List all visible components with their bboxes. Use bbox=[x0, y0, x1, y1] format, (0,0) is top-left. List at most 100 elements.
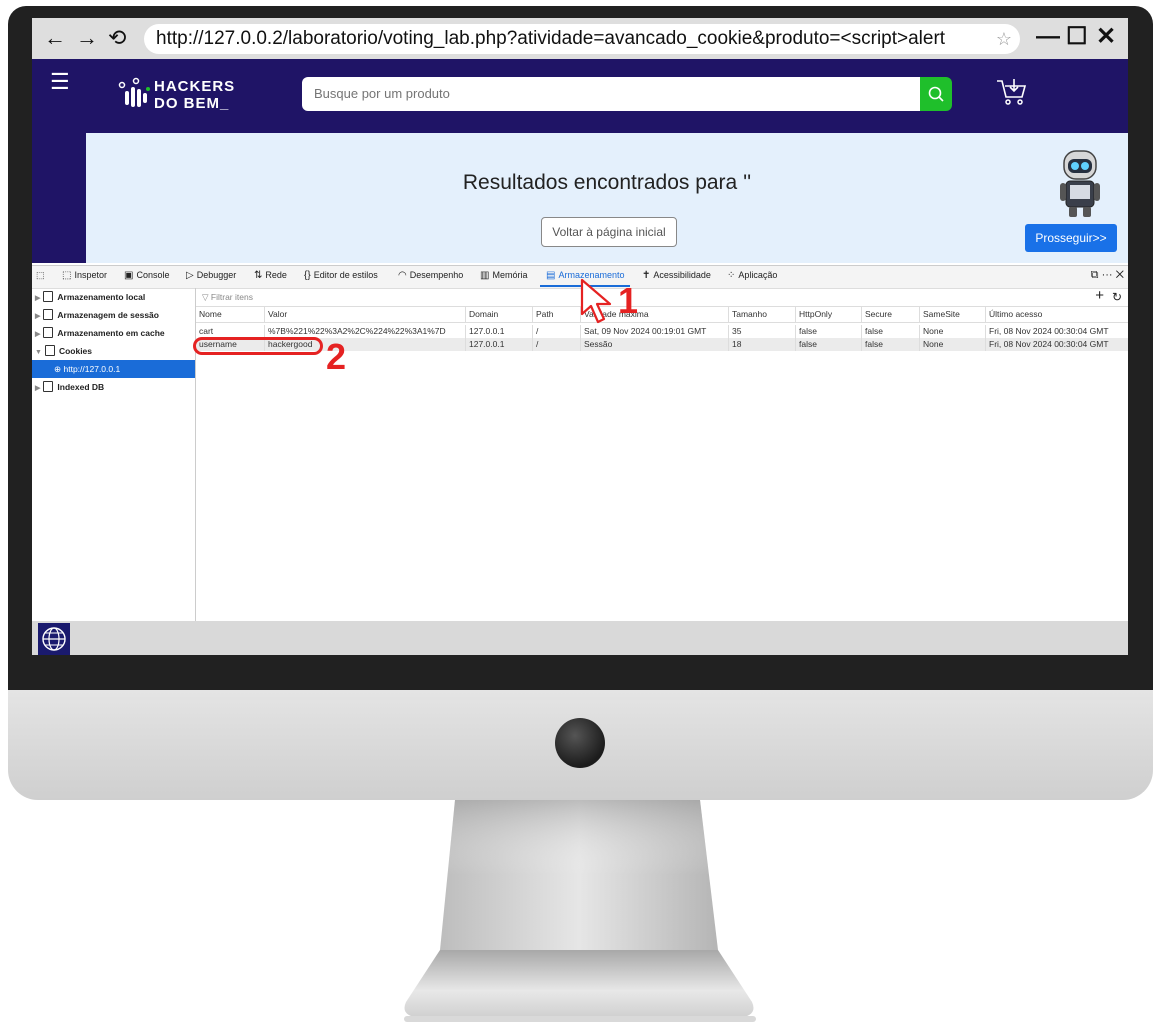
table-header: Nome Valor Domain Path Validade máxima T… bbox=[196, 307, 1128, 323]
url-text: http://127.0.0.2/laboratorio/voting_lab.… bbox=[156, 28, 946, 49]
accessibility-icon: ✝ bbox=[642, 270, 651, 281]
side-strip bbox=[32, 133, 86, 263]
cell-expires: Sat, 09 Nov 2024 00:19:01 GMT bbox=[580, 325, 728, 338]
proceed-button[interactable]: Prosseguir>> bbox=[1025, 224, 1117, 252]
expand-icon: ▶ bbox=[35, 331, 41, 338]
cell-size: 18 bbox=[728, 338, 795, 351]
tab-rede[interactable]: ⇅ Rede bbox=[254, 270, 287, 281]
annotation-number-1: 1 bbox=[618, 280, 639, 321]
close-button[interactable]: ✕ bbox=[1096, 22, 1116, 52]
cell-samesite: None bbox=[919, 325, 985, 338]
database-icon bbox=[43, 327, 54, 338]
tab-aplicacao[interactable]: ⁘ Aplicação bbox=[727, 270, 777, 281]
expand-icon: ▶ bbox=[35, 313, 41, 320]
column-header[interactable]: Domain bbox=[465, 307, 532, 322]
sidebar-item-local-storage[interactable]: ▶ Armazenamento local bbox=[32, 288, 195, 306]
column-header[interactable]: Nome bbox=[196, 307, 264, 322]
tab-acessibilidade[interactable]: ✝ Acessibilidade bbox=[642, 270, 711, 281]
storage-sidebar: ▶ Armazenamento local ▶ Armazenagem de ses… bbox=[32, 288, 196, 621]
tab-desempenho[interactable]: ◠ Desempenho bbox=[398, 270, 463, 281]
expand-icon: ▶ bbox=[35, 385, 41, 392]
cell-secure: false bbox=[861, 325, 919, 338]
performance-icon: ◠ bbox=[398, 270, 407, 281]
globe-icon: ⊕ bbox=[54, 364, 62, 374]
tab-console[interactable]: ▣ Console bbox=[124, 270, 169, 281]
maximize-button[interactable]: ☐ bbox=[1066, 22, 1088, 52]
cell-last-accessed: Fri, 08 Nov 2024 00:30:04 GMT bbox=[985, 338, 1128, 351]
column-header[interactable]: Valor bbox=[264, 307, 465, 322]
style-editor-icon: {} bbox=[304, 270, 311, 281]
minimize-button[interactable]: — bbox=[1036, 22, 1060, 52]
cell-domain: 127.0.0.1 bbox=[465, 338, 532, 351]
results-panel: Resultados encontrados para '' Voltar à … bbox=[86, 133, 1128, 263]
expand-icon: ▶ bbox=[35, 295, 41, 302]
column-header[interactable]: Tamanho bbox=[728, 307, 795, 322]
database-icon bbox=[44, 345, 55, 356]
cell-httponly: false bbox=[795, 338, 861, 351]
network-icon: ⇅ bbox=[254, 270, 263, 281]
forward-button[interactable]: → bbox=[76, 24, 98, 52]
robot-mascot-icon bbox=[1060, 150, 1100, 217]
sidebar-item-cookies[interactable]: ▼ Cookies bbox=[32, 342, 195, 360]
globe-icon[interactable] bbox=[38, 623, 70, 655]
database-icon bbox=[43, 381, 54, 392]
cell-samesite: None bbox=[919, 338, 985, 351]
database-icon bbox=[43, 291, 54, 302]
reload-button[interactable]: ⟲ bbox=[108, 24, 126, 52]
filter-input[interactable]: Filtrar itens bbox=[211, 292, 253, 302]
console-icon: ▣ bbox=[124, 270, 134, 281]
column-header[interactable]: Último acesso bbox=[985, 307, 1128, 322]
filter-icon: ▽ bbox=[202, 292, 209, 302]
cell-secure: false bbox=[861, 338, 919, 351]
column-header[interactable]: Path bbox=[532, 307, 580, 322]
address-bar[interactable]: http://127.0.0.2/laboratorio/voting_lab.… bbox=[144, 24, 1020, 54]
cell-size: 35 bbox=[728, 325, 795, 338]
column-header[interactable]: Secure bbox=[861, 307, 919, 322]
back-home-button[interactable]: Voltar à página inicial bbox=[541, 217, 677, 247]
search-icon bbox=[928, 86, 944, 102]
tab-editor-de-estilos[interactable]: {} Editor de estilos bbox=[304, 270, 378, 281]
column-header[interactable]: HttpOnly bbox=[795, 307, 861, 322]
back-button[interactable]: ← bbox=[44, 24, 66, 52]
taskbar bbox=[32, 621, 1128, 655]
search-button[interactable] bbox=[920, 77, 952, 111]
element-picker-icon[interactable]: ⬚ bbox=[36, 270, 45, 281]
site-logo[interactable]: HACKERS DO BEM_ bbox=[118, 77, 238, 117]
add-item-icon[interactable]: + bbox=[1095, 287, 1104, 305]
logo-mark-icon bbox=[118, 77, 150, 107]
sidebar-item-session-storage[interactable]: ▶ Armazenagem de sessão bbox=[32, 306, 195, 324]
cell-expires: Sessão bbox=[580, 338, 728, 351]
database-icon bbox=[43, 309, 54, 320]
tab-inspetor[interactable]: ⬚ Inspetor bbox=[62, 270, 107, 281]
screen: ← → ⟲ http://127.0.0.2/laboratorio/votin… bbox=[32, 18, 1128, 655]
tab-memoria[interactable]: ▥ Memória bbox=[480, 270, 527, 281]
site-header: ☰ HACKERS DO BEM_ bbox=[32, 59, 1128, 133]
tab-debugger[interactable]: ▷ Debugger bbox=[186, 270, 236, 281]
search-input[interactable] bbox=[302, 77, 920, 111]
bookmark-star-icon[interactable]: ☆ bbox=[996, 24, 1012, 54]
logo-text-line1: HACKERS bbox=[154, 78, 236, 95]
annotation-number-2: 2 bbox=[326, 336, 347, 377]
debugger-icon: ▷ bbox=[186, 270, 194, 281]
column-header[interactable]: SameSite bbox=[919, 307, 985, 322]
cell-path: / bbox=[532, 325, 580, 338]
sidebar-item-host[interactable]: ⊕ http://127.0.0.1 bbox=[32, 360, 195, 378]
results-title: Resultados encontrados para '' bbox=[462, 171, 752, 194]
cell-httponly: false bbox=[795, 325, 861, 338]
memory-icon: ▥ bbox=[480, 270, 490, 281]
menu-icon[interactable]: ☰ bbox=[50, 69, 70, 95]
monitor-stand-foot bbox=[404, 950, 756, 1022]
cell-path: / bbox=[532, 338, 580, 351]
cell-domain: 127.0.0.1 bbox=[465, 325, 532, 338]
refresh-icon[interactable]: ↻ bbox=[1112, 288, 1122, 306]
sidebar-item-indexed-db[interactable]: ▶ Indexed DB bbox=[32, 378, 195, 396]
cart-icon[interactable] bbox=[994, 75, 1028, 109]
filter-bar: ▽ Filtrar itens + ↻ bbox=[196, 287, 1128, 307]
browser-toolbar: ← → ⟲ http://127.0.0.2/laboratorio/votin… bbox=[32, 18, 1128, 59]
collapse-icon: ▼ bbox=[35, 349, 42, 356]
annotation-highlight bbox=[193, 337, 323, 355]
devtools-options[interactable]: ⧉ ··· ✕ bbox=[1091, 269, 1124, 282]
logo-text-line2: DO BEM_ bbox=[154, 95, 230, 112]
sidebar-item-cache-storage[interactable]: ▶ Armazenamento em cache bbox=[32, 324, 195, 342]
monitor-logo bbox=[555, 718, 605, 768]
